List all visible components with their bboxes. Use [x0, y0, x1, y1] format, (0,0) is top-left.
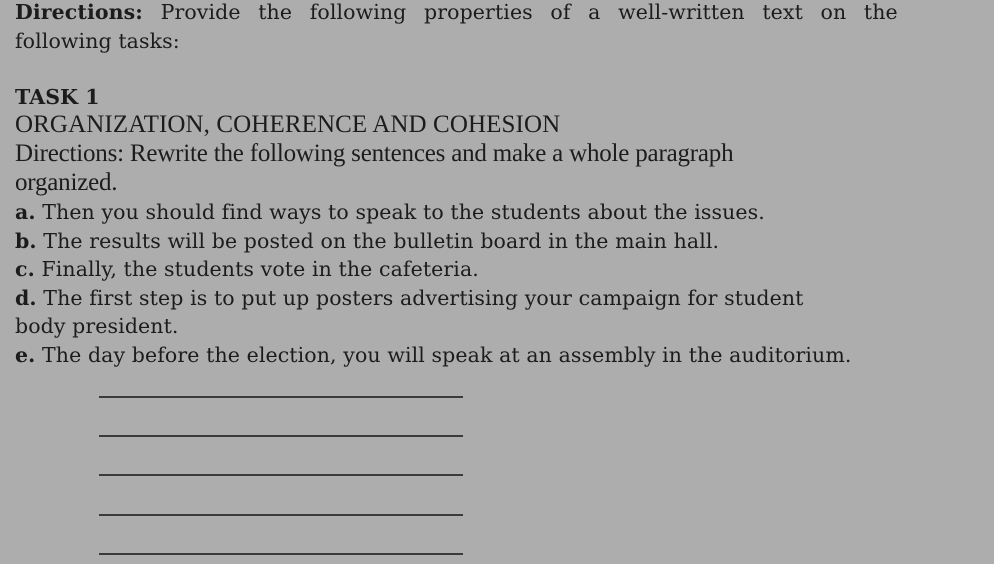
list-item-d: d. The first step is to put up posters a…	[15, 284, 803, 312]
list-item-b: b. The results will be posted on the bul…	[15, 227, 719, 255]
instructions-label: Directions:	[15, 0, 143, 24]
task-directions-line-1: Directions: Rewrite the following senten…	[15, 140, 734, 167]
answer-line-4[interactable]	[99, 514, 463, 516]
list-item-a: a. Then you should find ways to speak to…	[15, 198, 765, 226]
list-item-e: e. The day before the election, you will…	[15, 341, 851, 369]
item-letter: a.	[15, 200, 36, 224]
item-letter: b.	[15, 229, 37, 253]
item-text: The results will be posted on the bullet…	[43, 229, 720, 253]
answer-line-3[interactable]	[99, 474, 463, 476]
list-item-c: c. Finally, the students vote in the caf…	[15, 255, 479, 283]
section-title: ORGANIZATION, COHERENCE AND COHESION	[15, 111, 561, 138]
item-letter: e.	[15, 343, 36, 367]
item-text: Then you should find ways to speak to th…	[42, 200, 765, 224]
instructions-line-2: following tasks:	[15, 29, 180, 53]
item-text: Finally, the students vote in the cafete…	[41, 257, 479, 281]
item-letter: c.	[15, 257, 35, 281]
answer-line-2[interactable]	[99, 435, 463, 437]
item-text: The day before the election, you will sp…	[42, 343, 852, 367]
task-directions-line-2: organized.	[15, 169, 118, 196]
task-heading: TASK 1	[15, 85, 100, 109]
list-item-d-continuation: body president.	[15, 314, 179, 338]
answer-line-5[interactable]	[99, 553, 463, 555]
instructions-text: Provide the following properties of a we…	[160, 0, 898, 24]
instructions-line-1: Directions: Provide the following proper…	[15, 0, 898, 26]
item-letter: d.	[15, 286, 37, 310]
answer-line-1[interactable]	[99, 396, 463, 398]
item-text: The first step is to put up posters adve…	[43, 286, 804, 310]
